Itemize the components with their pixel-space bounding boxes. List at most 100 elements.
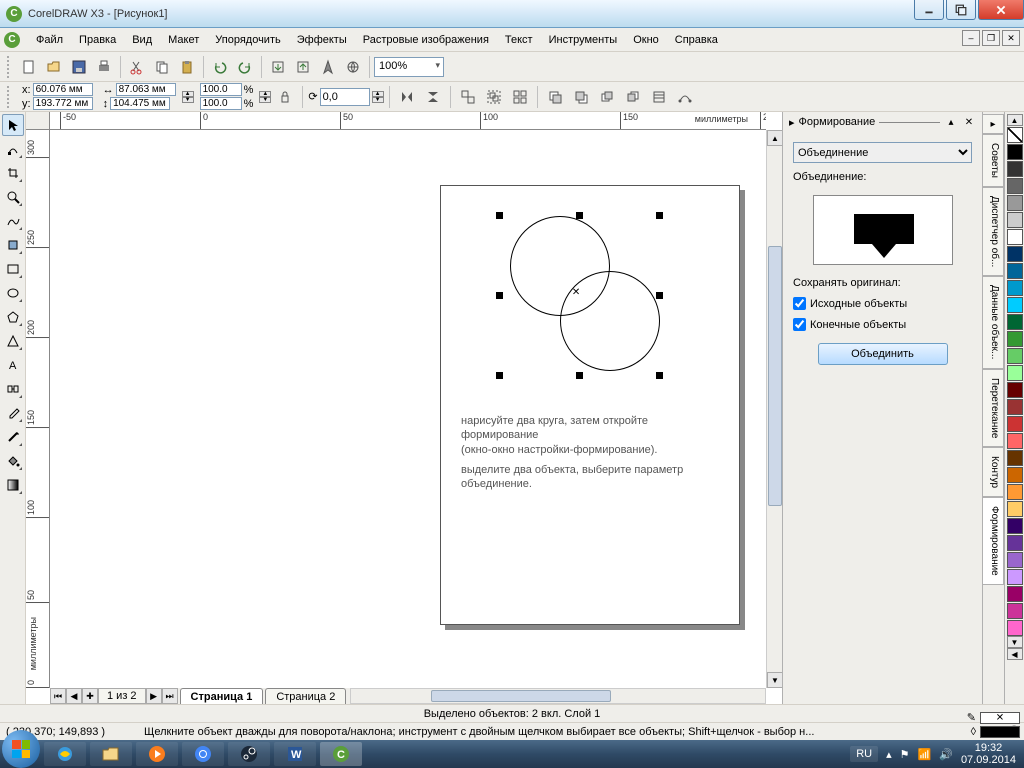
palette-flyout-icon[interactable]: ◀ bbox=[1007, 648, 1023, 660]
color-swatch[interactable] bbox=[1007, 314, 1023, 330]
menu-bitmaps[interactable]: Растровые изображения bbox=[355, 31, 497, 49]
first-page-button[interactable]: ⏮ bbox=[50, 688, 66, 704]
palette-down-icon[interactable]: ▼ bbox=[1007, 636, 1023, 648]
scroll-up-icon[interactable]: ▲ bbox=[767, 130, 782, 146]
color-swatch[interactable] bbox=[1007, 229, 1023, 245]
print-icon[interactable] bbox=[92, 55, 116, 79]
docker-expand-icon[interactable]: ▸ bbox=[789, 116, 795, 129]
apply-button[interactable]: Объединить bbox=[818, 343, 948, 365]
mirror-h-icon[interactable] bbox=[395, 85, 419, 109]
polygon-tool-icon[interactable] bbox=[2, 306, 24, 328]
y-input[interactable] bbox=[33, 97, 93, 110]
tray-flag-icon[interactable]: ▴ bbox=[886, 748, 892, 761]
ruler-corner[interactable] bbox=[26, 112, 50, 130]
color-swatch[interactable] bbox=[1007, 144, 1023, 160]
docker-tab-shaping[interactable]: Формирование bbox=[983, 497, 1004, 585]
color-swatch[interactable] bbox=[1007, 620, 1023, 636]
color-swatch[interactable] bbox=[1007, 280, 1023, 296]
app-launcher-icon[interactable] bbox=[316, 55, 340, 79]
paste-icon[interactable] bbox=[175, 55, 199, 79]
color-swatch[interactable] bbox=[1007, 161, 1023, 177]
color-swatch[interactable] bbox=[1007, 603, 1023, 619]
scalex-input[interactable] bbox=[200, 83, 242, 96]
drawing-objects[interactable]: ✕ bbox=[500, 216, 680, 396]
basic-shapes-icon[interactable] bbox=[2, 330, 24, 352]
color-swatch[interactable] bbox=[1007, 467, 1023, 483]
scale-spinner[interactable]: ▲▼ bbox=[259, 91, 271, 103]
cut-icon[interactable] bbox=[125, 55, 149, 79]
interactive-fill-icon[interactable] bbox=[2, 474, 24, 496]
pick-tool-icon[interactable] bbox=[2, 114, 24, 136]
undo-icon[interactable] bbox=[208, 55, 232, 79]
color-swatch[interactable] bbox=[1007, 212, 1023, 228]
menu-arrange[interactable]: Упорядочить bbox=[207, 31, 288, 49]
source-objects-checkbox[interactable]: Исходные объекты bbox=[793, 297, 972, 310]
ellipse-tool-icon[interactable] bbox=[2, 282, 24, 304]
wrap-icon[interactable] bbox=[647, 85, 671, 109]
lock-ratio-icon[interactable] bbox=[273, 85, 297, 109]
color-swatch[interactable] bbox=[1007, 365, 1023, 381]
color-swatch[interactable] bbox=[1007, 297, 1023, 313]
convert-curves-icon[interactable] bbox=[673, 85, 697, 109]
color-swatch[interactable] bbox=[1007, 586, 1023, 602]
text-tool-icon[interactable]: A bbox=[2, 354, 24, 376]
zoom-combo[interactable]: 100% bbox=[374, 57, 444, 77]
tray-action-center-icon[interactable]: ⚑ bbox=[900, 748, 910, 761]
smart-fill-icon[interactable] bbox=[2, 234, 24, 256]
scrollbar-horizontal[interactable] bbox=[350, 688, 766, 704]
ruler-horizontal[interactable]: миллиметры -50050100150200250 bbox=[50, 112, 766, 130]
scroll-down-icon[interactable]: ▼ bbox=[767, 672, 782, 688]
menu-file[interactable]: Файл bbox=[28, 31, 71, 49]
menu-window[interactable]: Окно bbox=[625, 31, 667, 49]
scaley-input[interactable] bbox=[200, 97, 242, 110]
scrollbar-vertical[interactable]: ▲ ▼ bbox=[766, 130, 782, 688]
outline-pen-icon[interactable]: ✎ bbox=[967, 711, 976, 724]
w-input[interactable] bbox=[116, 83, 176, 96]
freehand-tool-icon[interactable] bbox=[2, 210, 24, 232]
docker-tab-object-manager[interactable]: Диспетчер об... bbox=[983, 187, 1004, 276]
color-swatch[interactable] bbox=[1007, 416, 1023, 432]
color-swatch[interactable] bbox=[1007, 518, 1023, 534]
outline-tool-icon[interactable] bbox=[2, 426, 24, 448]
to-back-icon[interactable] bbox=[569, 85, 593, 109]
mdi-minimize[interactable]: – bbox=[962, 30, 980, 46]
toolbar-handle[interactable] bbox=[7, 56, 13, 78]
last-page-button[interactable]: ⏭ bbox=[162, 688, 178, 704]
to-front-icon[interactable] bbox=[543, 85, 567, 109]
rot-spinner[interactable]: ▲▼ bbox=[372, 91, 384, 103]
menu-edit[interactable]: Правка bbox=[71, 31, 124, 49]
clock[interactable]: 19:32 07.09.2014 bbox=[961, 742, 1016, 766]
blend-tool-icon[interactable] bbox=[2, 378, 24, 400]
outline-color-icon[interactable]: ◊ bbox=[971, 726, 976, 738]
new-icon[interactable] bbox=[17, 55, 41, 79]
mdi-restore[interactable]: ❐ bbox=[982, 30, 1000, 46]
save-icon[interactable] bbox=[67, 55, 91, 79]
color-swatch[interactable] bbox=[1007, 348, 1023, 364]
ruler-vertical[interactable]: миллиметры 300250200150100500 bbox=[26, 130, 50, 688]
h-input[interactable] bbox=[110, 97, 170, 110]
target-objects-checkbox[interactable]: Конечные объекты bbox=[793, 318, 972, 331]
menu-effects[interactable]: Эффекты bbox=[289, 31, 355, 49]
color-swatch[interactable] bbox=[1007, 331, 1023, 347]
scroll-thumb-h[interactable] bbox=[431, 690, 611, 702]
x-input[interactable] bbox=[33, 83, 93, 96]
task-corel-icon[interactable]: C bbox=[320, 742, 362, 766]
maximize-button[interactable] bbox=[946, 0, 976, 20]
import-icon[interactable] bbox=[266, 55, 290, 79]
shaping-operation-select[interactable]: Объединение bbox=[793, 142, 972, 163]
canvas[interactable]: ✕ нарисуйте два круга, затем откройте фо… bbox=[50, 130, 766, 688]
task-media-icon[interactable] bbox=[136, 742, 178, 766]
rotation-input[interactable] bbox=[320, 88, 370, 106]
menu-layout[interactable]: Макет bbox=[160, 31, 207, 49]
color-swatch[interactable] bbox=[1007, 263, 1023, 279]
scroll-thumb-v[interactable] bbox=[768, 246, 782, 506]
rectangle-tool-icon[interactable] bbox=[2, 258, 24, 280]
page-tab-2[interactable]: Страница 2 bbox=[265, 688, 346, 704]
export-icon[interactable] bbox=[291, 55, 315, 79]
task-ie-icon[interactable] bbox=[44, 742, 86, 766]
shape-tool-icon[interactable] bbox=[2, 138, 24, 160]
corel-online-icon[interactable] bbox=[341, 55, 365, 79]
close-button[interactable] bbox=[978, 0, 1024, 20]
crop-tool-icon[interactable] bbox=[2, 162, 24, 184]
color-swatch[interactable] bbox=[1007, 246, 1023, 262]
